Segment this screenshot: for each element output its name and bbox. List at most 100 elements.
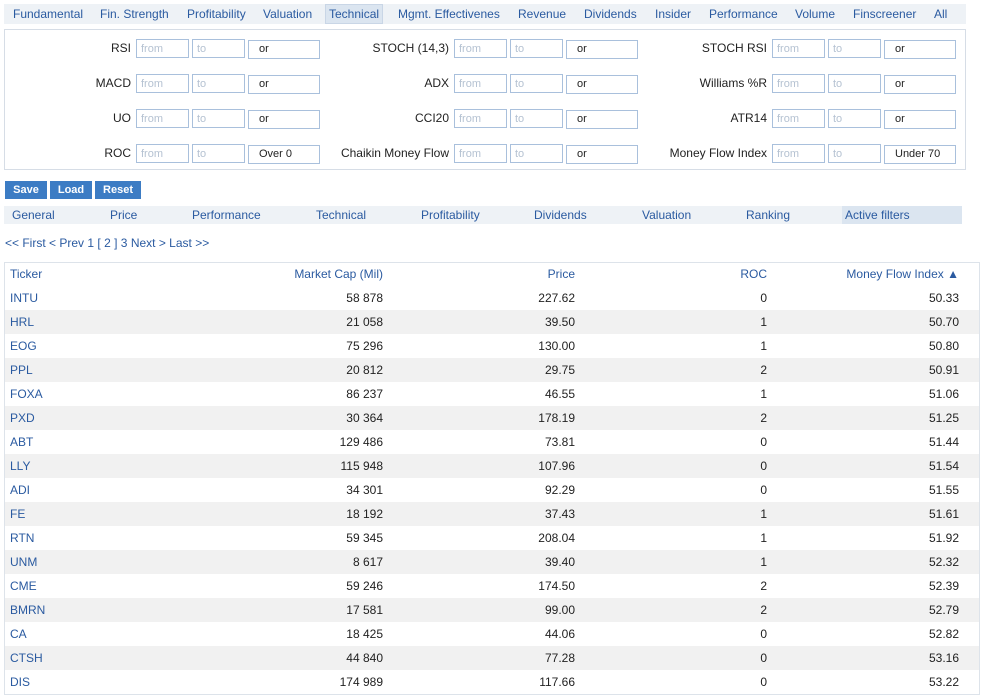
williams-r-to-input[interactable] [828,74,881,93]
ticker-link[interactable]: EOG [10,334,37,358]
column-tab-bar: General Price Performance Technical Prof… [4,206,962,224]
market-cap-cell: 18 192 [346,507,383,521]
chaikin-to-input[interactable] [510,144,563,163]
atr14-from-input[interactable] [772,109,825,128]
atr14-to-input[interactable] [828,109,881,128]
adx-operator-select[interactable]: or [566,75,638,94]
table-header-row: Ticker Market Cap (Mil) Price ROC Money … [5,263,979,286]
rsi-to-input[interactable] [192,39,245,58]
tab-technical-columns[interactable]: Technical [316,206,366,224]
rsi-from-input[interactable] [136,39,189,58]
cci20-operator-select[interactable]: or [566,110,638,129]
stoch-rsi-operator-select[interactable]: or [884,40,956,59]
tab-performance-columns[interactable]: Performance [192,206,261,224]
tab-technical[interactable]: Technical [325,4,384,24]
table-row: EOG 75 296 130.00 1 50.80 [5,334,979,358]
next-page-link[interactable]: Next > [131,236,166,250]
tab-volume[interactable]: Volume [792,4,838,24]
tab-profitability-columns[interactable]: Profitability [421,206,480,224]
chaikin-from-input[interactable] [454,144,507,163]
table-row: CME 59 246 174.50 2 52.39 [5,574,979,598]
mfi-operator-select[interactable]: Under 70 [884,145,956,164]
ticker-link[interactable]: PPL [10,358,33,382]
ticker-link[interactable]: HRL [10,310,34,334]
mfi-to-input[interactable] [828,144,881,163]
market-cap-cell: 18 425 [346,627,383,641]
prev-page-link[interactable]: < Prev [49,236,84,250]
stoch-rsi-to-input[interactable] [828,39,881,58]
cci20-to-input[interactable] [510,109,563,128]
mfi-from-input[interactable] [772,144,825,163]
williams-r-from-input[interactable] [772,74,825,93]
stoch-to-input[interactable] [510,39,563,58]
roc-cell: 1 [760,531,767,545]
table-row: PPL 20 812 29.75 2 50.91 [5,358,979,382]
column-header-market-cap[interactable]: Market Cap (Mil) [294,263,383,287]
column-header-money-flow-index[interactable]: Money Flow Index ▲ [846,263,959,287]
adx-from-input[interactable] [454,74,507,93]
roc-from-input[interactable] [136,144,189,163]
column-header-roc[interactable]: ROC [740,263,767,287]
column-header-ticker[interactable]: Ticker [10,263,42,287]
price-cell: 73.81 [544,435,575,449]
table-row: ADI 34 301 92.29 0 51.55 [5,478,979,502]
williams-r-operator-select[interactable]: or [884,75,956,94]
ticker-link[interactable]: CME [10,574,37,598]
ticker-link[interactable]: PXD [10,406,35,430]
ticker-link[interactable]: FOXA [10,382,43,406]
table-row: BMRN 17 581 99.00 2 52.79 [5,598,979,622]
tab-valuation-columns[interactable]: Valuation [642,206,691,224]
ticker-link[interactable]: CA [10,622,27,646]
first-page-link[interactable]: << First [5,236,46,250]
stoch-rsi-from-input[interactable] [772,39,825,58]
tab-general[interactable]: General [12,206,55,224]
stoch-from-input[interactable] [454,39,507,58]
ticker-link[interactable]: FE [10,502,25,526]
ticker-link[interactable]: DIS [10,670,30,694]
tab-dividends-columns[interactable]: Dividends [534,206,587,224]
tab-dividends[interactable]: Dividends [581,4,640,24]
save-button[interactable]: Save [5,181,47,199]
tab-revenue[interactable]: Revenue [515,4,569,24]
tab-fundamental[interactable]: Fundamental [10,4,86,24]
page-3-link[interactable]: 3 [121,236,128,250]
tab-fin-strength[interactable]: Fin. Strength [97,4,172,24]
price-cell: 46.55 [544,387,575,401]
reset-button[interactable]: Reset [95,181,141,199]
column-header-price[interactable]: Price [548,263,575,287]
ticker-link[interactable]: CTSH [10,646,43,670]
tab-finscreener[interactable]: Finscreener [850,4,919,24]
macd-to-input[interactable] [192,74,245,93]
ticker-link[interactable]: RTN [10,526,34,550]
ticker-link[interactable]: BMRN [10,598,45,622]
uo-from-input[interactable] [136,109,189,128]
tab-insider[interactable]: Insider [652,4,694,24]
ticker-link[interactable]: ADI [10,478,30,502]
macd-from-input[interactable] [136,74,189,93]
uo-to-input[interactable] [192,109,245,128]
tab-profitability[interactable]: Profitability [184,4,249,24]
last-page-link[interactable]: Last >> [169,236,209,250]
page-1-link[interactable]: 1 [87,236,94,250]
load-button[interactable]: Load [50,181,92,199]
tab-ranking[interactable]: Ranking [746,206,790,224]
adx-to-input[interactable] [510,74,563,93]
ticker-link[interactable]: INTU [10,286,38,310]
tab-mgmt-effectiveness[interactable]: Mgmt. Effectivenes [395,4,503,24]
atr14-operator-select[interactable]: or [884,110,956,129]
filter-panel: RSI or STOCH (14,3) or STOCH RSI or MACD… [4,29,966,170]
stoch-operator-select[interactable]: or [566,40,638,59]
money-flow-index-cell: 52.32 [928,555,959,569]
tab-active-filters[interactable]: Active filters [842,206,962,224]
chaikin-operator-select[interactable]: or [566,145,638,164]
price-cell: 117.66 [539,675,575,689]
tab-price[interactable]: Price [110,206,137,224]
tab-all[interactable]: All [931,4,950,24]
tab-performance[interactable]: Performance [706,4,781,24]
ticker-link[interactable]: ABT [10,430,33,454]
roc-to-input[interactable] [192,144,245,163]
ticker-link[interactable]: UNM [10,550,37,574]
cci20-from-input[interactable] [454,109,507,128]
tab-valuation[interactable]: Valuation [260,4,315,24]
ticker-link[interactable]: LLY [10,454,30,478]
